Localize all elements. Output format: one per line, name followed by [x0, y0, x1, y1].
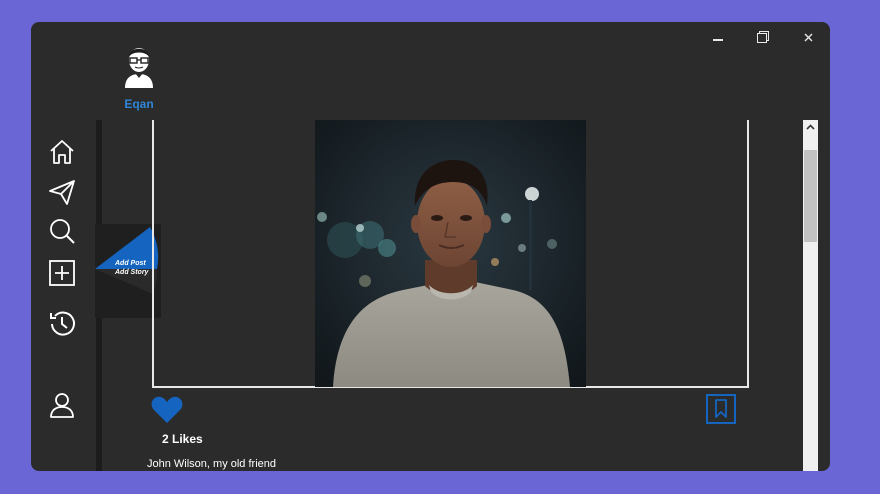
- minimize-icon: [713, 39, 723, 41]
- like-button[interactable]: [151, 396, 183, 424]
- scroll-up-button[interactable]: [803, 120, 818, 134]
- app-window: Eqan Add Post Add Story 2 Likes John Wil…: [31, 22, 830, 471]
- restore-icon: [757, 31, 769, 43]
- username-label[interactable]: Eqan: [111, 97, 167, 111]
- post-caption: John Wilson, my old friend: [147, 458, 276, 470]
- search-icon[interactable]: [47, 216, 77, 246]
- scroll-thumb[interactable]: [804, 150, 817, 242]
- close-icon: [804, 33, 812, 41]
- add-story-button[interactable]: Add Story: [115, 269, 148, 276]
- heart-icon: [151, 396, 183, 423]
- user-avatar-icon[interactable]: [122, 42, 156, 88]
- plus-square-icon[interactable]: [47, 258, 77, 288]
- home-icon[interactable]: [47, 137, 77, 167]
- post-image[interactable]: [315, 120, 586, 387]
- bookmark-icon: [715, 399, 727, 418]
- restore-button[interactable]: [749, 26, 777, 48]
- bookmark-button[interactable]: [706, 394, 736, 424]
- vertical-scrollbar[interactable]: [803, 120, 818, 471]
- minimize-button[interactable]: [704, 26, 732, 48]
- likes-count: 2 Likes: [162, 432, 203, 446]
- close-button[interactable]: [794, 26, 822, 48]
- add-post-button[interactable]: Add Post: [115, 260, 146, 267]
- chevron-up-icon: [806, 124, 815, 130]
- user-icon[interactable]: [47, 390, 77, 420]
- paper-plane-icon[interactable]: [47, 177, 77, 207]
- history-icon[interactable]: [47, 309, 77, 339]
